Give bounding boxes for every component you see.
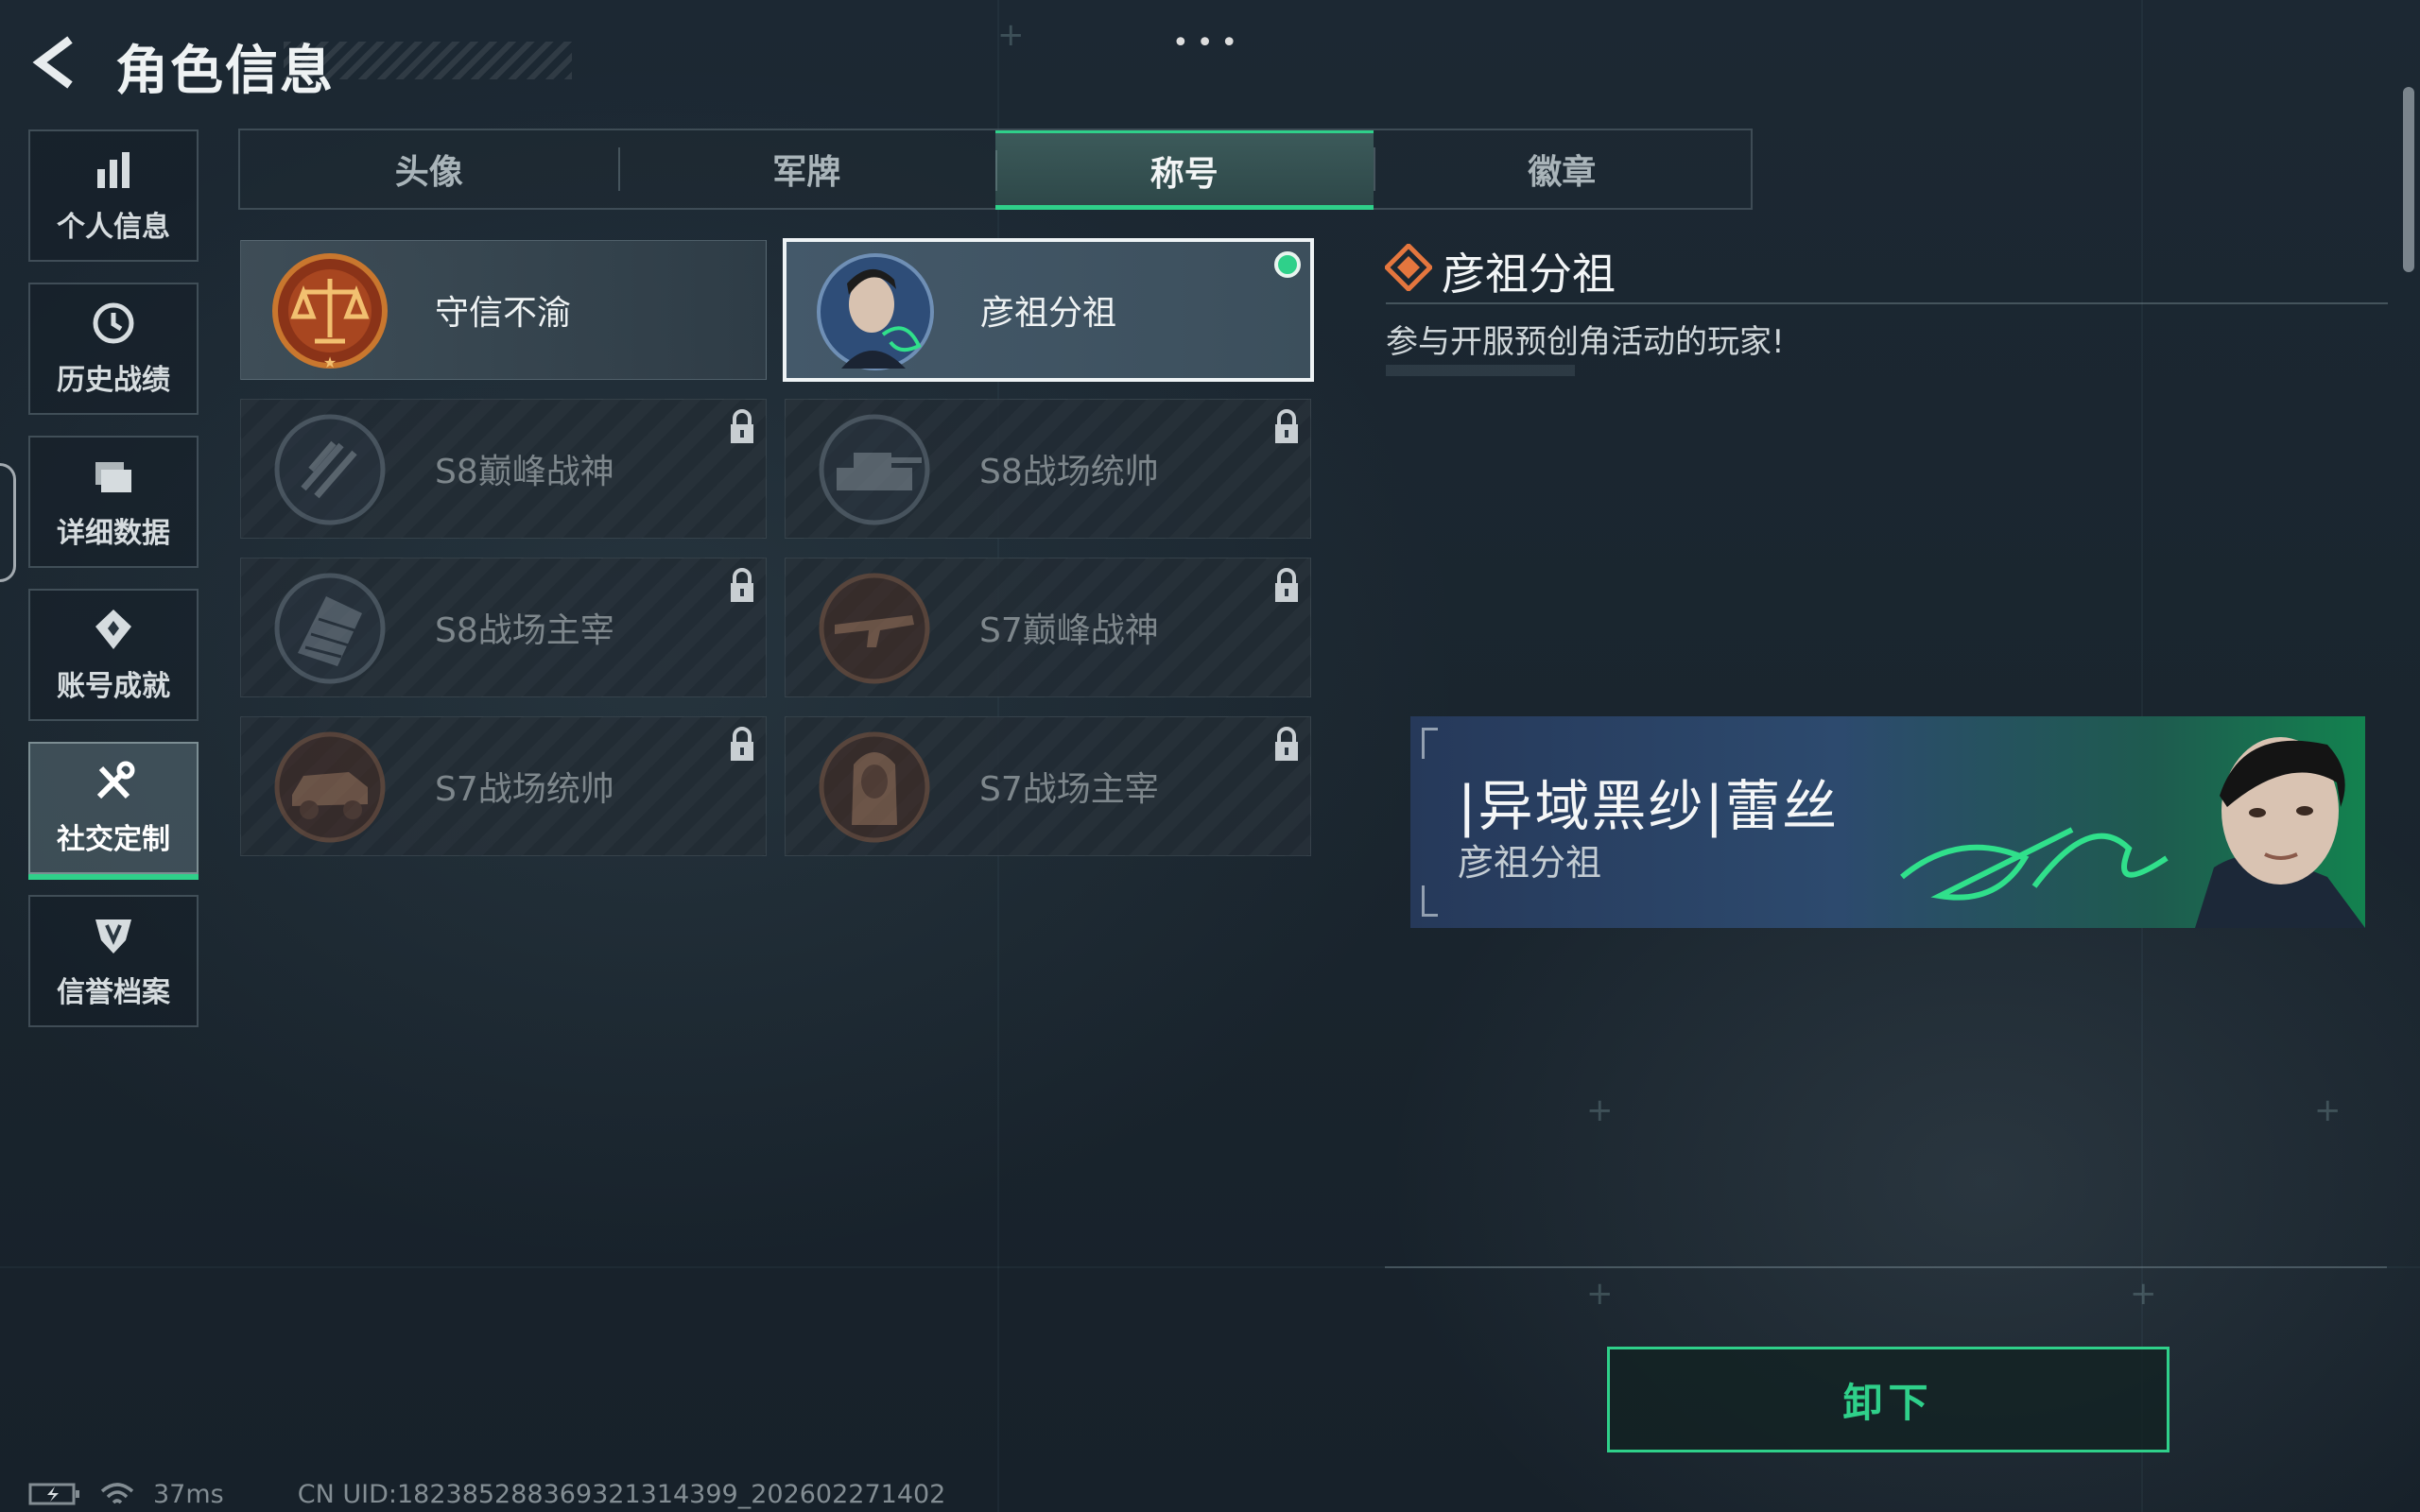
tab-title[interactable]: 称号: [995, 130, 1374, 210]
bar-chart-icon: [97, 152, 130, 188]
title-name: 彦祖分祖: [980, 294, 1117, 333]
title-card[interactable]: ★ 守信不渝: [240, 240, 767, 380]
unequip-button[interactable]: 卸下: [1607, 1347, 2169, 1452]
plus-mark: +: [1586, 1091, 1614, 1129]
title-name: S8战场主宰: [435, 611, 614, 650]
banner-title-name: 彦祖分祖: [1458, 842, 1602, 884]
sidebar-item-credit[interactable]: 信誉档案: [28, 895, 199, 1027]
sidebar-item-detail-data[interactable]: 详细数据: [28, 436, 199, 568]
title-card[interactable]: S7巅峰战神: [785, 558, 1311, 697]
uid-text: CN UID:1823852883693213143​99_2026022714…: [297, 1479, 946, 1509]
sidebar-item-label: 账号成就: [57, 670, 170, 703]
title-card[interactable]: S7战场主宰: [785, 716, 1311, 856]
scrollbar[interactable]: [2403, 87, 2414, 272]
sidebar-item-label: 历史战绩: [57, 364, 170, 397]
s8-peak-emblem-icon: [274, 414, 386, 525]
building-emblem-icon: [274, 573, 386, 684]
title-name: S8巅峰战神: [435, 453, 614, 491]
status-bar: 37ms CN UID:1823852883693213143​99_20260…: [28, 1479, 946, 1509]
title-name: S7战场统帅: [435, 770, 614, 809]
title-name: S7战场主宰: [979, 770, 1159, 809]
vehicle-emblem-icon: [274, 731, 386, 843]
page-title: 角色信息: [115, 41, 335, 102]
lock-icon: [1275, 727, 1298, 761]
sidebar-item-label: 详细数据: [57, 517, 170, 550]
sidebar-item-label: 社交定制: [57, 823, 170, 856]
plus-mark: +: [2130, 1275, 2157, 1313]
plus-mark: +: [1586, 1275, 1614, 1313]
decoration-bar: [1386, 365, 1575, 376]
equipped-indicator: [1274, 251, 1301, 278]
portrait-signature-art: [1900, 737, 2365, 928]
ping-text: 37ms: [153, 1479, 224, 1509]
plus-mark: +: [997, 16, 1025, 54]
divider: [1386, 302, 2388, 304]
achievement-icon: [95, 610, 131, 649]
wifi-icon: [100, 1483, 134, 1504]
title-card[interactable]: S8巅峰战神: [240, 399, 767, 539]
sidebar-item-social[interactable]: 社交定制: [28, 742, 199, 880]
lock-icon: [731, 409, 753, 443]
title-name: 守信不渝: [435, 294, 572, 333]
title-preview-banner: |异域黑纱|蕾丝 彦祖分祖: [1410, 716, 2365, 928]
credit-badge-icon: [95, 919, 131, 954]
title-name: S8战场统帅: [979, 453, 1159, 491]
tank-emblem-icon: [819, 414, 930, 525]
sidebar-item-label: 信誉档案: [57, 976, 170, 1009]
more-options-dots[interactable]: •••: [1172, 26, 1245, 60]
title-diamond-icon: [1385, 244, 1432, 291]
scales-emblem-icon: ★: [272, 253, 388, 371]
lock-icon: [1275, 568, 1298, 602]
tab-avatar[interactable]: 头像: [240, 130, 618, 208]
title-name: S7巅峰战神: [979, 611, 1159, 650]
tools-icon: [96, 761, 135, 799]
lock-icon: [731, 568, 753, 602]
portrait-emblem-icon: [817, 253, 934, 370]
detail-title: 彦祖分祖: [1442, 249, 1616, 300]
sidebar-item-label: 个人信息: [57, 211, 170, 244]
divider: [1385, 1266, 2387, 1268]
bracket-decoration: [1422, 885, 1438, 917]
history-clock-icon: [93, 302, 134, 344]
title-card[interactable]: S7战场统帅: [240, 716, 767, 856]
folder-icon: [95, 462, 131, 492]
sidebar-item-achievements[interactable]: 账号成就: [28, 589, 199, 721]
rifle-emblem-icon: [819, 573, 930, 684]
svg-text:★: ★: [323, 353, 337, 371]
sphinx-emblem-icon: [819, 731, 930, 843]
battery-charging-icon: [28, 1483, 79, 1505]
bracket-decoration: [1422, 728, 1438, 759]
plus-mark: +: [2314, 1091, 2342, 1129]
tab-dog-tag[interactable]: 军牌: [617, 130, 996, 208]
lock-icon: [731, 727, 753, 761]
detail-description: 参与开服预创角活动的玩家!: [1386, 323, 1785, 361]
sidebar-item-history[interactable]: 历史战绩: [28, 283, 199, 415]
title-card-selected[interactable]: 彦祖分祖: [783, 238, 1314, 382]
banner-player-name: |异域黑纱|蕾丝: [1458, 774, 1840, 838]
side-drawer-handle[interactable]: [0, 463, 16, 582]
lock-icon: [1275, 409, 1298, 443]
category-tabs: 头像 军牌 称号 徽章: [238, 129, 1753, 210]
title-card[interactable]: S8战场统帅: [785, 399, 1311, 539]
tab-badge[interactable]: 徽章: [1373, 130, 1752, 208]
back-arrow-icon[interactable]: [26, 34, 83, 91]
sidebar-item-personal-info[interactable]: 个人信息: [28, 129, 199, 262]
title-card[interactable]: S8战场主宰: [240, 558, 767, 697]
